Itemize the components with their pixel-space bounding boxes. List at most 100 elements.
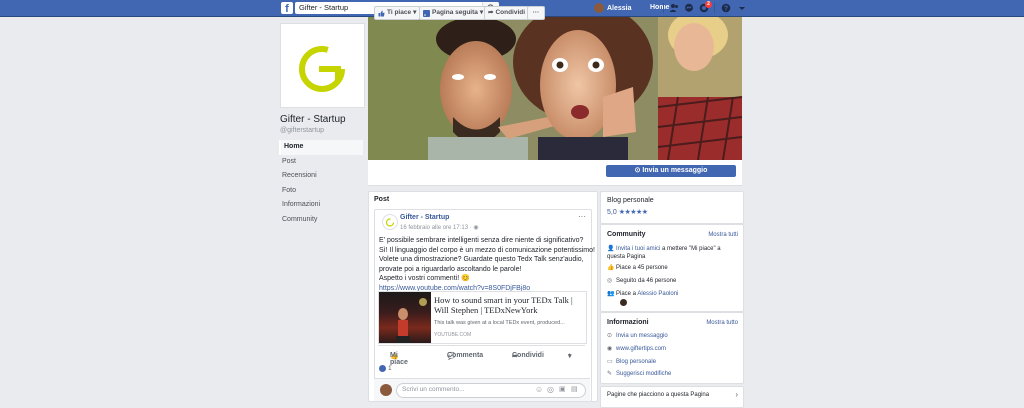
- post-line: E' possibile sembrare intelligenti senza…: [379, 237, 584, 244]
- post-author-avatar[interactable]: [382, 214, 398, 230]
- share-page-button[interactable]: ➦ Condividi: [484, 6, 530, 20]
- post-body: E' possibile sembrare intelligenti senza…: [379, 236, 595, 293]
- liked-by: 👥 Piace a Alessio Paoloni: [607, 290, 737, 298]
- page-rating[interactable]: 5,0 ★★★★★: [607, 208, 648, 216]
- info-message: ⊙ Invia un messaggio: [607, 332, 737, 340]
- sticker-icon[interactable]: ▤: [571, 385, 578, 393]
- divider: [663, 3, 664, 13]
- reactions-summary[interactable]: 1: [379, 365, 392, 372]
- share-icon: ➦: [488, 9, 494, 16]
- post-line: provate poi a riguardarlo ascoltando le …: [379, 265, 522, 273]
- like-label: Mi piace: [390, 352, 408, 366]
- info-website: ◉ www.giftertips.com: [607, 345, 737, 353]
- post-options-button[interactable]: ···: [578, 212, 586, 221]
- pencil-icon: ✎: [607, 371, 613, 377]
- user-name: Alessia: [607, 4, 632, 12]
- info-box: Informazioni Mostra tutto ⊙ Invia un mess…: [600, 312, 744, 384]
- info-category-link[interactable]: Blog personale: [616, 359, 656, 365]
- nav-item-post[interactable]: Post: [279, 155, 363, 170]
- post-date-text: 16 febbraio alle ore 17:13 ·: [400, 225, 474, 231]
- pages-liked-box[interactable]: Pagine che piacciono a questa Pagina ›: [600, 386, 744, 408]
- comment-input[interactable]: Scrivi un commento... ☺ ◎ ▣ ▤: [396, 383, 586, 398]
- info-suggest: ✎ Suggerisci modifiche: [607, 370, 737, 378]
- posts-header: Post: [374, 196, 390, 203]
- page-category: Blog personale: [607, 197, 654, 204]
- chevron-down-icon[interactable]: [737, 3, 747, 13]
- messenger-icon: ⊙: [607, 333, 613, 339]
- cover-photo-image: [368, 17, 742, 160]
- folder-icon: ▭: [607, 359, 613, 365]
- gif-icon[interactable]: ▣: [559, 385, 566, 393]
- nav-item-home[interactable]: Home: [279, 140, 363, 155]
- share-page-label: Condividi: [495, 9, 526, 16]
- chevron-right-icon: ›: [735, 390, 738, 399]
- info-show-all[interactable]: Mostra tutto: [706, 320, 738, 326]
- search-value: Gifter - Startup: [299, 3, 349, 12]
- info-category: ▭ Blog personale: [607, 358, 737, 366]
- info-website-link[interactable]: www.giftertips.com: [616, 346, 666, 352]
- page-profile-picture[interactable]: [280, 23, 365, 108]
- post-author[interactable]: Gifter - Startup: [400, 214, 449, 221]
- likes-count: 1: [388, 365, 392, 372]
- post-line: Aspetto i vostri commenti! 😊: [379, 275, 470, 282]
- divider: [714, 3, 715, 13]
- suggest-edits-link[interactable]: Suggerisci modifiche: [616, 371, 671, 377]
- like-page-button[interactable]: Ti piace ▾: [374, 6, 421, 20]
- link-description: This talk was given at a local TEDx even…: [434, 320, 565, 326]
- nav-item-informazioni[interactable]: Informazioni: [279, 198, 363, 213]
- post-date[interactable]: 16 febbraio alle ore 17:13 · ◉: [400, 224, 479, 231]
- liked-by-prefix: Piace a: [616, 291, 638, 297]
- notification-badge: 2: [705, 1, 712, 8]
- emoji-icon[interactable]: ☺: [535, 385, 543, 394]
- follow-page-label: Pagina seguita: [432, 9, 478, 16]
- post-line: Volete una dimostrazione? Guardate quest…: [379, 256, 584, 263]
- page-handle: @gifterstartup: [280, 127, 325, 134]
- follow-icon: ◎: [607, 278, 613, 284]
- thumbs-up-icon: [378, 10, 385, 16]
- more-options-button[interactable]: ···: [527, 6, 545, 20]
- help-icon[interactable]: ?: [721, 3, 731, 13]
- messenger-icon[interactable]: [684, 3, 694, 13]
- nav-item-community[interactable]: Community: [279, 213, 363, 228]
- likes-stat: 👍 Piace a 45 persone: [607, 264, 737, 272]
- link-title: How to sound smart in your TEDx Talk | W…: [434, 295, 573, 315]
- nav-item-recensioni[interactable]: Recensioni: [279, 169, 363, 184]
- liked-by-name[interactable]: Alessio Paoloni: [637, 291, 678, 297]
- chevron-down-icon: ▾: [413, 9, 417, 16]
- facebook-logo[interactable]: f: [281, 2, 293, 14]
- info-title: Informazioni: [607, 319, 649, 326]
- community-show-all[interactable]: Mostra tutti: [708, 232, 738, 238]
- invite-friends-link[interactable]: Invita i tuoi amici: [616, 246, 660, 252]
- like-page-label: Ti piace: [387, 9, 412, 16]
- post-actions: 👍 Mi piace 💬 Commenta ➦ Condividi ◐ ▾: [378, 345, 585, 366]
- gifter-logo: [385, 218, 395, 227]
- home-link[interactable]: Home: [650, 4, 669, 11]
- chevron-down-icon: ▾: [479, 9, 484, 16]
- rss-icon: [423, 9, 430, 17]
- link-preview-card[interactable]: How to sound smart in your TEDx Talk | W…: [378, 291, 587, 344]
- friends-icon: 👥: [607, 291, 615, 297]
- camera-icon[interactable]: ◎: [547, 385, 554, 394]
- info-message-link[interactable]: Invia un messaggio: [616, 333, 668, 339]
- share-label: Condividi: [512, 352, 544, 359]
- send-message-button[interactable]: ⊙ Invia un messaggio: [606, 165, 736, 177]
- avatar: [594, 3, 604, 13]
- friend-avatar[interactable]: [620, 299, 627, 306]
- send-message-label: Invia un messaggio: [642, 167, 708, 174]
- cover-photo[interactable]: [368, 17, 742, 160]
- friends-icon[interactable]: [669, 3, 679, 13]
- thumbs-up-icon: 👍: [607, 265, 615, 271]
- rating-stars: ★★★★★: [618, 209, 648, 216]
- community-title: Community: [607, 231, 646, 238]
- nav-item-foto[interactable]: Foto: [279, 184, 363, 199]
- follow-page-button[interactable]: Pagina seguita ▾: [419, 6, 488, 20]
- profile-link[interactable]: Alessia: [594, 2, 632, 14]
- link-domain: YOUTUBE.COM: [434, 332, 472, 338]
- invite-icon: 👤: [607, 246, 615, 252]
- follows-stat: ◎ Seguito da 46 persone: [607, 277, 737, 285]
- comment-label: Commenta: [447, 352, 484, 359]
- page-title[interactable]: Gifter - Startup: [280, 114, 346, 125]
- svg-text:?: ?: [724, 6, 728, 13]
- category-rating-box: Blog personale 5,0 ★★★★★: [600, 191, 744, 224]
- rating-value: 5,0: [607, 209, 617, 216]
